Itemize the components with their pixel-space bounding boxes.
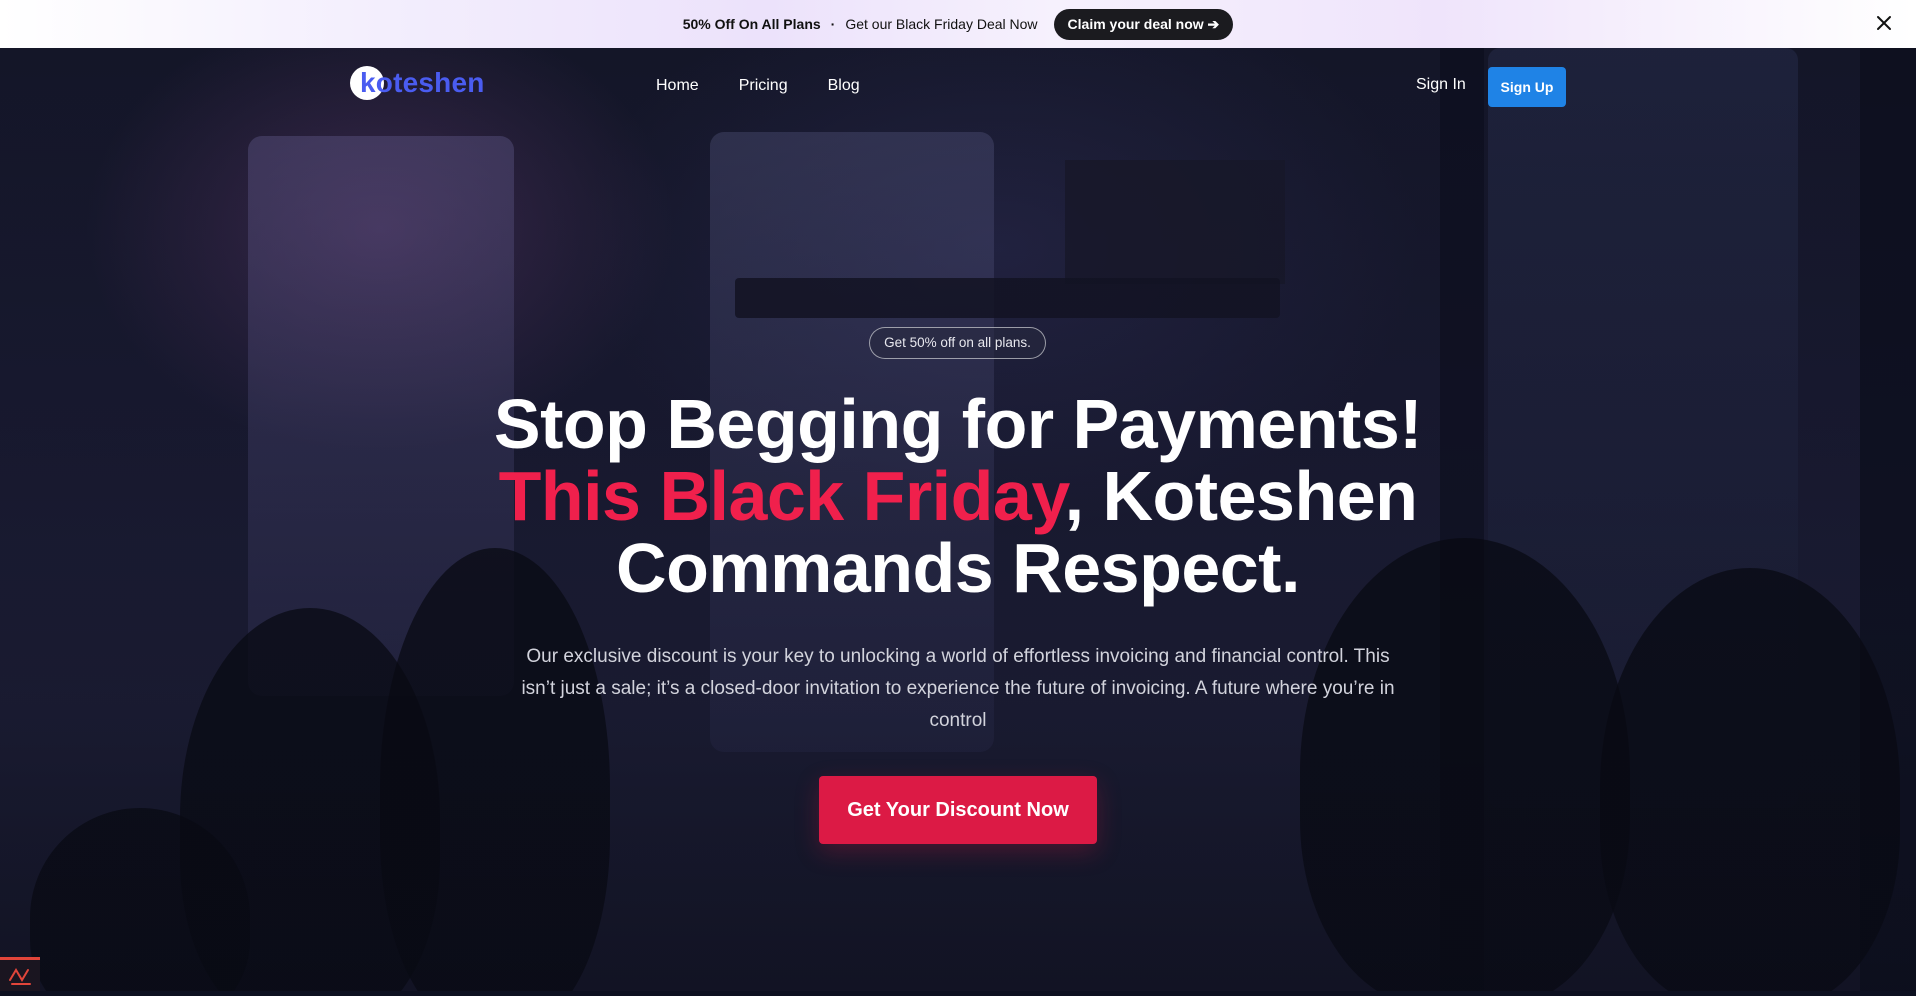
logo[interactable]: koteshen [350,66,485,100]
promo-headline: 50% Off On All Plans [682,16,821,32]
nav-link-blog[interactable]: Blog [828,77,860,95]
promo-text: Get our Black Friday Deal Now [845,16,1038,32]
logo-text: koteshen [360,67,485,98]
nav-link-pricing[interactable]: Pricing [739,77,788,95]
headline-line-3: Commands Respect. [616,529,1300,607]
promo-banner: 50% Off On All Plans · Get our Black Fri… [0,0,1916,48]
headline-line-2-rest: , Koteshen [1064,457,1418,535]
main-nav: koteshen Home Pricing Blog Sign In Sign … [0,48,1916,126]
nav-link-home[interactable]: Home [656,77,699,95]
sign-up-button[interactable]: Sign Up [1488,67,1566,107]
promo-content: 50% Off On All Plans · Get our Black Fri… [682,8,1234,40]
headline-accent: This Black Friday [498,457,1065,535]
hero-headline: Stop Begging for Payments! This Black Fr… [458,388,1458,604]
headline-line-1: Stop Begging for Payments! [493,385,1423,463]
get-discount-button[interactable]: Get Your Discount Now [819,776,1097,844]
close-icon[interactable] [1874,13,1894,33]
hero-subtext: Our exclusive discount is your key to un… [521,646,1395,731]
debug-toolbar-icon[interactable] [0,957,40,991]
offer-pill: Get 50% off on all plans. [869,327,1046,359]
promo-separator: · [830,16,836,32]
claim-deal-button[interactable]: Claim your deal now ➔ [1053,8,1234,40]
nav-links: Home Pricing Blog [656,77,860,95]
sign-in-link[interactable]: Sign In [1416,76,1466,94]
